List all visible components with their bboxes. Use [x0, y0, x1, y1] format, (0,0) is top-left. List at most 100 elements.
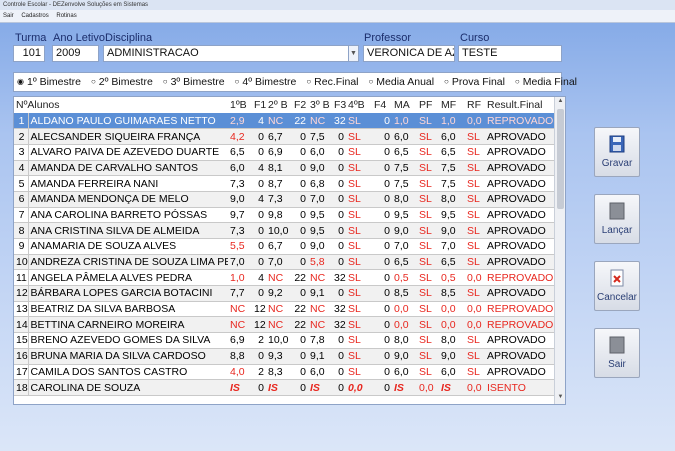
cell-pf[interactable]: SL — [417, 254, 439, 271]
cell-b2[interactable]: 6,7 — [266, 128, 292, 145]
cell-aluno[interactable]: BETTINA CARNEIRO MOREIRA — [28, 316, 228, 334]
cell-pf[interactable]: SL — [417, 301, 439, 318]
table-row[interactable]: 15 BRENO AZEVEDO GOMES DA SILVA 6,9 2 10,0 0 7… — [14, 332, 555, 349]
cell-b3[interactable]: 7,5 — [308, 128, 332, 145]
cell-f2[interactable]: 0 — [292, 364, 308, 381]
turma-field[interactable]: 101 — [13, 45, 45, 62]
cell-aluno[interactable]: AMANDA MENDONÇA DE MELO — [28, 191, 228, 208]
cell-f4[interactable]: 0 — [372, 254, 392, 271]
cell-f2[interactable]: 22 — [292, 269, 308, 287]
cell-f3[interactable]: 0 — [332, 207, 346, 224]
cell-f2[interactable]: 22 — [292, 301, 308, 318]
cell-aluno[interactable]: AMANDA FERREIRA NANI — [28, 175, 228, 192]
cell-b1[interactable]: 4,0 — [228, 364, 252, 381]
cell-mf[interactable]: 0,0 — [439, 301, 465, 318]
cell-pf[interactable]: SL — [417, 238, 439, 255]
cell-idx[interactable]: 5 — [14, 175, 29, 192]
cell-aluno[interactable]: ANAMARIA DE SOUZA ALVES — [28, 238, 228, 255]
ano-letivo-field[interactable]: 2009 — [52, 45, 99, 62]
cell-b4[interactable]: SL — [346, 364, 372, 381]
cell-aluno[interactable]: BÁRBARA LOPES GARCIA BOTACINI — [28, 285, 228, 302]
cell-f3[interactable]: 32 — [332, 269, 346, 287]
cell-f2[interactable]: 0 — [292, 238, 308, 255]
cell-pf[interactable]: SL — [417, 269, 439, 287]
cell-rf[interactable]: SL — [465, 160, 485, 177]
cell-f2[interactable]: 0 — [292, 207, 308, 224]
cell-b1[interactable]: 8,8 — [228, 348, 252, 365]
cell-mf[interactable]: 0,5 — [439, 269, 465, 287]
cell-ma[interactable]: 6,0 — [392, 128, 417, 145]
cell-rf[interactable]: SL — [465, 207, 485, 224]
cell-f1[interactable]: 0 — [252, 379, 266, 396]
col-header-rf[interactable]: RF — [465, 97, 485, 113]
cell-b4[interactable]: SL — [346, 207, 372, 224]
cell-pf[interactable]: SL — [417, 285, 439, 302]
cell-result[interactable]: APROVADO — [485, 364, 555, 381]
cell-pf[interactable]: SL — [417, 364, 439, 381]
cell-pf[interactable]: SL — [417, 113, 439, 130]
table-row[interactable]: 9 ANAMARIA DE SOUZA ALVES 5,5 0 6,7 0 9,0 0 SL 0 7… — [14, 238, 555, 255]
cell-f4[interactable]: 0 — [372, 222, 392, 239]
cell-result[interactable]: REPROVADO — [485, 301, 555, 318]
cell-result[interactable]: APROVADO — [485, 191, 555, 208]
menu-cadastros[interactable]: Cadastros — [21, 13, 48, 19]
cell-f4[interactable]: 0 — [372, 285, 392, 302]
cell-idx[interactable]: 9 — [14, 238, 29, 255]
cell-idx[interactable]: 3 — [14, 144, 29, 161]
cell-aluno[interactable]: ANDREZA CRISTINA DE SOUZA LIMA PEREIRA — [28, 254, 228, 271]
disciplina-select[interactable]: ADMINISTRACAO — [103, 45, 349, 62]
radio-2-bimestre[interactable]: ○ 2º Bimestre — [91, 73, 153, 91]
cell-idx[interactable]: 13 — [14, 301, 29, 318]
cell-b4[interactable]: SL — [346, 191, 372, 208]
cell-ma[interactable]: IS — [392, 379, 417, 396]
cell-b3[interactable]: NC — [308, 316, 332, 334]
cell-b3[interactable]: 9,0 — [308, 160, 332, 177]
cell-b1[interactable]: NC — [228, 316, 252, 334]
cell-pf[interactable]: 0,0 — [417, 379, 439, 396]
scroll-down-icon[interactable]: ▼ — [556, 394, 565, 403]
col-header-result[interactable]: Result.Final — [485, 97, 555, 113]
col-header-f2[interactable]: F2 — [292, 97, 308, 113]
cell-pf[interactable]: SL — [417, 222, 439, 239]
cell-f1[interactable]: 4 — [252, 113, 266, 130]
cell-b3[interactable]: 6,0 — [308, 364, 332, 381]
cell-f2[interactable]: 0 — [292, 348, 308, 365]
cell-b1[interactable]: 7,3 — [228, 222, 252, 239]
cell-b2[interactable]: 8,3 — [266, 364, 292, 381]
cell-b2[interactable]: NC — [266, 113, 292, 130]
cell-b2[interactable]: 9,8 — [266, 207, 292, 224]
cell-aluno[interactable]: BRUNA MARIA DA SILVA CARDOSO — [28, 348, 228, 365]
cell-pf[interactable]: SL — [417, 332, 439, 349]
cell-ma[interactable]: 7,5 — [392, 175, 417, 192]
col-header-1b[interactable]: 1ºB — [228, 97, 252, 113]
cell-b4[interactable]: SL — [346, 301, 372, 318]
cell-rf[interactable]: SL — [465, 348, 485, 365]
cell-rf[interactable]: 0,0 — [465, 316, 485, 334]
cell-mf[interactable]: 1,0 — [439, 113, 465, 130]
cell-b1[interactable]: 7,7 — [228, 285, 252, 302]
cell-ma[interactable]: 9,0 — [392, 222, 417, 239]
cell-rf[interactable]: SL — [465, 222, 485, 239]
cell-f2[interactable]: 0 — [292, 222, 308, 239]
cell-rf[interactable]: 0,0 — [465, 113, 485, 130]
cell-rf[interactable]: SL — [465, 175, 485, 192]
cell-b3[interactable]: 6,0 — [308, 144, 332, 161]
cell-result[interactable]: APROVADO — [485, 254, 555, 271]
cell-result[interactable]: REPROVADO — [485, 113, 555, 130]
cell-mf[interactable]: 9,5 — [439, 207, 465, 224]
scroll-up-icon[interactable]: ▲ — [556, 98, 565, 107]
cell-b3[interactable]: 9,1 — [308, 348, 332, 365]
cell-f1[interactable]: 4 — [252, 191, 266, 208]
col-header-mf[interactable]: MF — [439, 97, 465, 113]
table-row[interactable]: 13 BEATRIZ DA SILVA BARBOSA NC 12 NC 22 NC 32 SL… — [14, 301, 555, 318]
cell-mf[interactable]: 7,5 — [439, 175, 465, 192]
cell-ma[interactable]: 0,5 — [392, 269, 417, 287]
cell-mf[interactable]: 0,0 — [439, 316, 465, 334]
cell-f1[interactable]: 0 — [252, 128, 266, 145]
cell-b1[interactable]: IS — [228, 379, 252, 396]
cell-f4[interactable]: 0 — [372, 113, 392, 130]
cell-f2[interactable]: 0 — [292, 379, 308, 396]
table-row[interactable]: 12 BÁRBARA LOPES GARCIA BOTACINI 7,7 0 9,2 0 9… — [14, 285, 555, 302]
cell-f2[interactable]: 0 — [292, 332, 308, 349]
cell-f2[interactable]: 0 — [292, 254, 308, 271]
